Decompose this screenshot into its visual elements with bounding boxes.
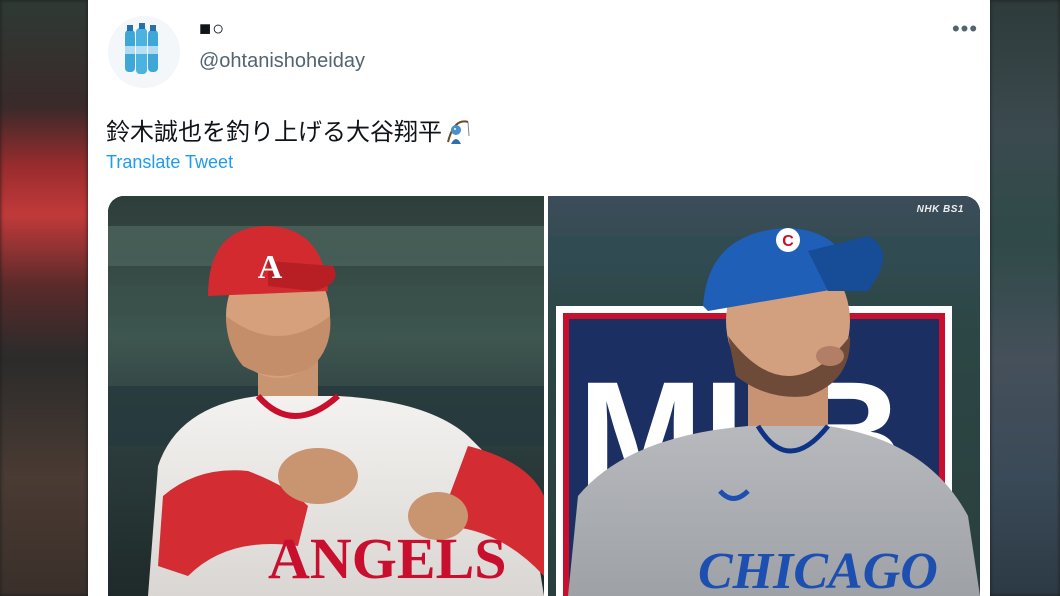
tweet-card[interactable]: ■○ @ohtanishoheiday ••• 鈴木誠也を釣り上げる大谷翔平 T… xyxy=(88,0,990,596)
more-options-button[interactable]: ••• xyxy=(948,14,982,44)
tweet-text: 鈴木誠也を釣り上げる大谷翔平 xyxy=(106,112,474,152)
user-handle[interactable]: @ohtanishoheiday xyxy=(199,50,365,73)
tweet-text-body: 鈴木誠也を釣り上げる大谷翔平 xyxy=(106,118,442,146)
blurred-background-left xyxy=(0,0,88,596)
media-image: A ANGELS MLB xyxy=(108,196,980,596)
blurred-background-right xyxy=(990,0,1060,596)
tweet-media[interactable]: A ANGELS MLB xyxy=(108,196,980,596)
water-bottles-avatar-image xyxy=(108,16,180,88)
right-jersey-text: CHICAGO xyxy=(698,543,938,596)
more-horizontal-icon: ••• xyxy=(951,16,979,41)
right-cap-logo: C xyxy=(782,233,794,250)
left-cap-logo: A xyxy=(258,249,283,286)
fishing-person-emoji-icon xyxy=(444,116,474,152)
translate-tweet-link[interactable]: Translate Tweet xyxy=(106,152,233,173)
display-name[interactable]: ■○ xyxy=(199,18,225,41)
broadcast-watermark: NHK BS1 xyxy=(916,204,964,215)
right-photo-panel: MLB C CHICAGO xyxy=(548,196,980,596)
left-photo-panel: A ANGELS xyxy=(108,196,544,596)
avatar[interactable] xyxy=(108,16,180,88)
left-jersey-text: ANGELS xyxy=(268,526,507,591)
